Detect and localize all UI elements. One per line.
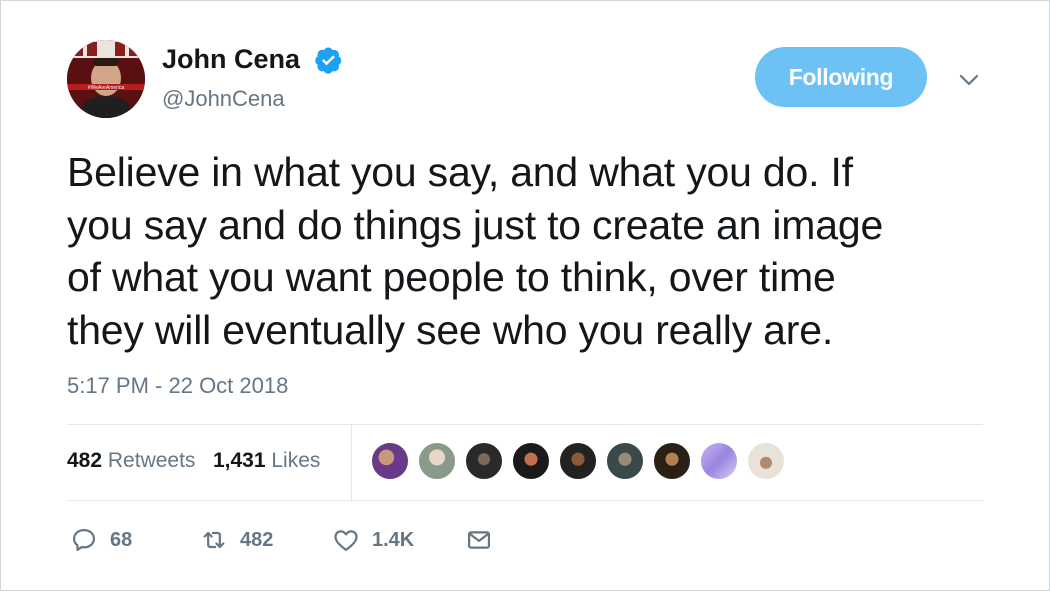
divider — [67, 424, 983, 425]
like-count: 1.4K — [372, 528, 415, 551]
avatar-caption: #WeAreAmerica — [88, 85, 125, 91]
stats-separator — [351, 425, 352, 501]
reply-button[interactable]: 68 — [70, 524, 132, 556]
liker-avatar[interactable] — [605, 441, 645, 481]
divider — [67, 500, 983, 501]
direct-message-button[interactable] — [465, 524, 493, 556]
tweet-line: you say and do things just to create an … — [67, 201, 884, 248]
retweet-button[interactable]: 482 — [200, 524, 273, 556]
verified-badge-icon — [315, 47, 342, 74]
likes-count: 1,431 — [212, 449, 266, 472]
reply-icon — [72, 528, 96, 552]
retweets-count: 482 — [67, 449, 103, 472]
liker-avatar[interactable] — [417, 441, 457, 481]
tweet-timestamp[interactable]: 5:17 PM - 22 Oct 2018 — [67, 373, 288, 399]
engagement-stats: 482 Retweets 1,431 Likes — [67, 449, 320, 473]
tweet-line: Believe in what you say, and what you do… — [67, 149, 853, 195]
like-button[interactable]: 1.4K — [332, 524, 414, 556]
liker-avatar[interactable] — [699, 441, 739, 481]
retweet-count: 482 — [240, 528, 274, 551]
tweet-line: of what you want people to think, over t… — [67, 254, 836, 300]
tweet-line: they will eventually see who you really … — [67, 306, 834, 353]
avatar[interactable]: #WeAreAmerica — [67, 40, 145, 118]
liker-avatar[interactable] — [370, 441, 410, 481]
reply-count: 68 — [110, 528, 133, 551]
retweets-stat[interactable]: 482 Retweets — [67, 449, 195, 472]
user-handle[interactable]: @JohnCena — [162, 86, 285, 112]
liker-avatar[interactable] — [558, 441, 598, 481]
envelope-icon — [467, 531, 491, 549]
liker-avatar[interactable] — [464, 441, 504, 481]
liker-avatar[interactable] — [511, 441, 551, 481]
retweets-label: Retweets — [107, 449, 196, 472]
liker-avatar[interactable] — [652, 441, 692, 481]
tweet-text: Believe in what you say, and what you do… — [67, 146, 1007, 356]
likes-label: Likes — [271, 449, 321, 472]
heart-icon — [334, 530, 358, 552]
chevron-down-icon[interactable] — [958, 70, 980, 90]
following-button[interactable]: Following — [755, 47, 927, 107]
liker-avatar[interactable] — [746, 441, 786, 481]
retweet-icon — [203, 531, 225, 549]
likes-stat[interactable]: 1,431 Likes — [213, 449, 320, 472]
display-name[interactable]: John Cena — [162, 44, 300, 75]
